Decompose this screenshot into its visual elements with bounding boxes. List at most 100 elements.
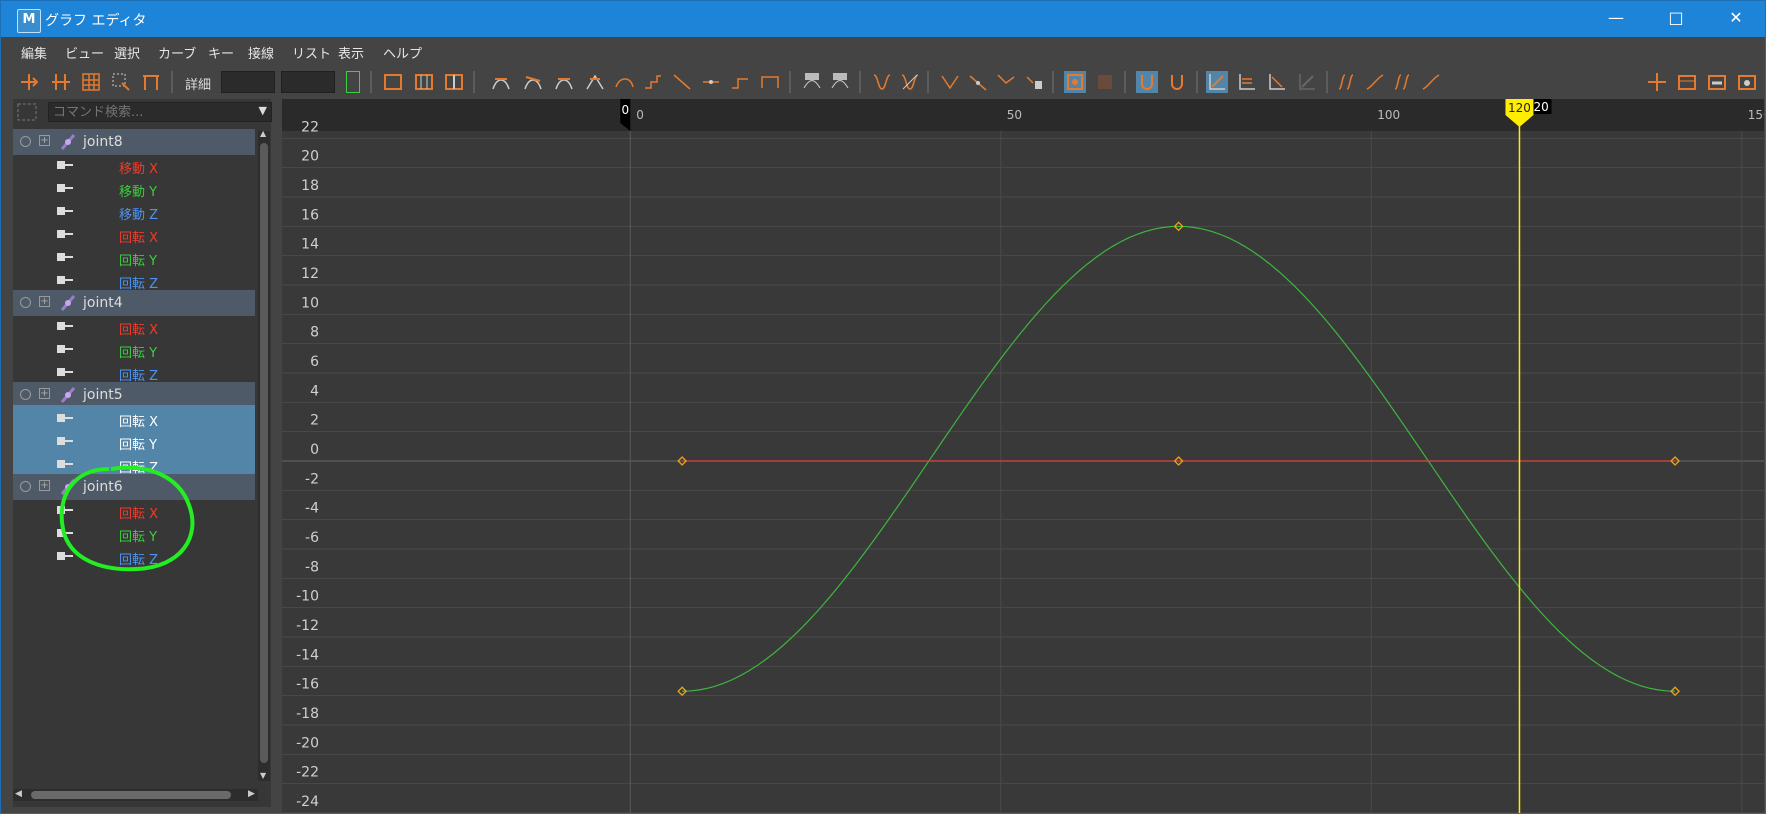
retime-tool-icon[interactable] xyxy=(140,71,162,93)
graph-view-icon[interactable] xyxy=(1206,71,1228,93)
channel-row[interactable]: 回転 X xyxy=(13,405,255,430)
stats-toggle-icon[interactable] xyxy=(346,71,360,93)
channel-row[interactable]: 移動 X xyxy=(13,152,255,177)
expand-plus-icon[interactable]: + xyxy=(39,135,50,146)
value-field[interactable] xyxy=(281,71,335,93)
ghost-view-icon[interactable] xyxy=(1296,71,1318,93)
channel-row[interactable]: 移動 Z xyxy=(13,198,255,223)
snap-magnet-icon[interactable] xyxy=(1136,71,1158,93)
channel-row[interactable]: 移動 Y xyxy=(13,175,255,200)
channel-row[interactable]: 回転 X xyxy=(13,313,255,338)
auto-frame-icon[interactable] xyxy=(1166,71,1188,93)
y-tick-label: -8 xyxy=(305,559,319,575)
channel-row[interactable]: 回転 Z xyxy=(13,359,255,384)
joint-icon xyxy=(60,387,76,403)
expand-plus-icon[interactable]: + xyxy=(39,388,50,399)
isolate-curve-icon[interactable] xyxy=(1064,71,1086,93)
scrollbar-thumb[interactable] xyxy=(260,143,268,763)
buffer-curve-icon[interactable] xyxy=(995,71,1017,93)
spline-tangent-icon[interactable] xyxy=(522,71,544,93)
channel-row[interactable]: 回転 Y xyxy=(13,336,255,361)
menu-show[interactable]: 表示 xyxy=(338,43,364,62)
outliner-horizontal-scrollbar[interactable]: ◀ ▶ xyxy=(13,789,258,801)
insert-key-icon[interactable] xyxy=(50,71,72,93)
frame-playback-range-icon[interactable] xyxy=(413,71,435,93)
dope-sheet-icon[interactable] xyxy=(1676,71,1698,93)
graph-view[interactable]: 22 20 18 16 14 12 10 8 6 4 2 0 -2 -4 -6 -8 -10 -12 -14 -16-… xyxy=(282,99,1764,813)
menu-help[interactable]: ヘルプ xyxy=(383,43,422,62)
y-tick-label: -10 xyxy=(296,589,319,605)
channel-row[interactable]: 回転 Z xyxy=(13,451,255,476)
expand-plus-icon[interactable]: + xyxy=(39,296,50,307)
smooth-curve-icon[interactable] xyxy=(1420,71,1442,93)
maximize-icon[interactable]: □ xyxy=(1647,1,1705,37)
curve-trend-icon[interactable] xyxy=(967,71,989,93)
denormalize-curves-icon[interactable] xyxy=(899,71,921,93)
move-view-icon[interactable] xyxy=(1646,71,1668,93)
joint-name: joint6 xyxy=(83,479,123,495)
collapse-icon[interactable] xyxy=(20,481,31,492)
curve-graph[interactable]: 2220181614121086420-2-4-6-8-10-12-14-16-… xyxy=(282,99,1764,813)
clamped-tangent-icon[interactable] xyxy=(553,71,575,93)
plateau-tangent-icon[interactable] xyxy=(671,71,693,93)
command-search-box[interactable]: ▼ xyxy=(48,102,272,122)
tangent-weight-icon[interactable] xyxy=(939,71,961,93)
simplify-curve-icon[interactable] xyxy=(1392,71,1414,93)
menu-list[interactable]: リスト xyxy=(292,43,331,62)
unify-tangent-icon[interactable] xyxy=(729,71,751,93)
scroll-down-icon[interactable]: ▼ xyxy=(260,771,266,780)
channel-row[interactable]: 回転 Y xyxy=(13,428,255,453)
lattice-deform-icon[interactable] xyxy=(80,71,102,93)
frame-all-icon[interactable] xyxy=(382,71,404,93)
command-search-input[interactable] xyxy=(49,103,247,121)
collapse-icon[interactable] xyxy=(20,297,31,308)
center-current-time-icon[interactable] xyxy=(443,71,465,93)
menu-tangents[interactable]: 接線 xyxy=(248,43,274,62)
channel-row[interactable]: 回転 X xyxy=(13,221,255,246)
collapse-icon[interactable] xyxy=(20,136,31,147)
scroll-right-icon[interactable]: ▶ xyxy=(248,789,255,799)
post-infinity-icon[interactable] xyxy=(829,71,851,93)
expand-plus-icon[interactable]: + xyxy=(39,480,50,491)
chevron-down-icon[interactable]: ▼ xyxy=(259,104,267,117)
channel-row[interactable]: 回転 Z xyxy=(13,543,255,568)
frame-field[interactable] xyxy=(221,71,275,93)
outliner-vertical-scrollbar[interactable]: ▲ ▼ xyxy=(258,129,270,781)
channel-row[interactable]: 回転 Y xyxy=(13,244,255,269)
stacked-view-icon[interactable] xyxy=(1236,71,1258,93)
euler-filter-icon[interactable] xyxy=(1336,71,1358,93)
normalized-view-icon[interactable] xyxy=(1266,71,1288,93)
break-tangent-icon[interactable] xyxy=(700,71,722,93)
y-tick-label: -18 xyxy=(296,706,319,722)
collapse-icon[interactable] xyxy=(20,389,31,400)
scroll-up-icon[interactable]: ▲ xyxy=(260,129,266,138)
menu-curves[interactable]: カーブ xyxy=(158,43,196,62)
close-icon[interactable]: ✕ xyxy=(1707,1,1765,37)
minimize-icon[interactable]: — xyxy=(1587,1,1645,37)
channel-row[interactable]: 回転 Z xyxy=(13,267,255,292)
linear-tangent-icon[interactable] xyxy=(584,71,606,93)
pre-infinity-icon[interactable] xyxy=(801,71,823,93)
step-tangent-icon[interactable] xyxy=(642,71,664,93)
stack-curves-icon[interactable] xyxy=(1094,71,1116,93)
key-weight-lock-icon[interactable] xyxy=(1023,71,1045,93)
toolbar: 詳細 xyxy=(1,63,1765,99)
resample-icon[interactable] xyxy=(1364,71,1386,93)
normalize-curves-icon[interactable] xyxy=(871,71,893,93)
menu-select[interactable]: 選択 xyxy=(114,43,140,62)
channel-row[interactable]: 回転 Y xyxy=(13,520,255,545)
auto-tangent-icon[interactable] xyxy=(490,71,512,93)
move-key-tool-icon[interactable] xyxy=(18,71,40,93)
outliner-filter-icon[interactable] xyxy=(17,103,37,121)
menu-edit[interactable]: 編集 xyxy=(21,43,47,62)
scrollbar-thumb[interactable] xyxy=(31,791,231,799)
lock-weights-icon[interactable] xyxy=(759,71,781,93)
trax-editor-icon[interactable] xyxy=(1706,71,1728,93)
menu-view[interactable]: ビュー xyxy=(65,43,104,62)
time-editor-icon[interactable] xyxy=(1736,71,1758,93)
scroll-left-icon[interactable]: ◀ xyxy=(15,789,22,799)
menu-keys[interactable]: キー xyxy=(208,43,234,62)
region-select-icon[interactable] xyxy=(110,71,132,93)
flat-tangent-icon[interactable] xyxy=(613,71,635,93)
channel-row[interactable]: 回転 X xyxy=(13,497,255,522)
